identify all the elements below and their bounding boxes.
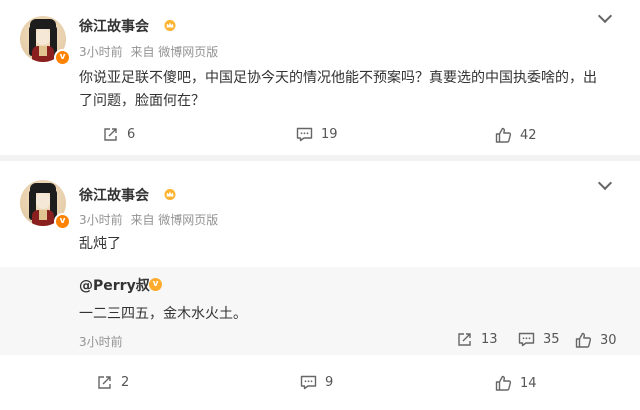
- comment-icon: [300, 375, 317, 390]
- post-meta: 3小时前 来自 微博网页版: [79, 43, 222, 60]
- share-button[interactable]: 2: [97, 375, 129, 390]
- share-icon: [104, 128, 117, 141]
- like-button[interactable]: 14: [495, 375, 537, 391]
- share-icon: [458, 333, 471, 346]
- comment-count: 35: [543, 332, 560, 347]
- like-button[interactable]: 42: [495, 127, 537, 143]
- like-count: 42: [520, 127, 537, 143]
- quoted-username[interactable]: @Perry叔: [79, 275, 150, 295]
- chevron-down-icon[interactable]: [597, 175, 613, 191]
- comment-text: 乱炖了: [79, 236, 121, 252]
- username[interactable]: 徐江故事会: [79, 185, 149, 205]
- share-button[interactable]: 6: [103, 127, 135, 142]
- thumbs-up-icon: [495, 375, 512, 391]
- comment-button[interactable]: 19: [296, 127, 338, 142]
- chevron-down-icon[interactable]: [597, 8, 613, 24]
- username[interactable]: 徐江故事会: [79, 16, 149, 36]
- verified-badge: v: [149, 278, 162, 291]
- comment-icon: [296, 127, 313, 142]
- comment-card: v 徐江故事会 3小时前 来自 微博网页版 你说亚足联不傻吧，中国足协今天的情况…: [0, 0, 640, 155]
- comment-icon: [518, 332, 535, 347]
- crown-icon: [164, 189, 176, 200]
- crown-icon: [164, 20, 176, 31]
- quoted-text: 一二三四五，金木水火土。: [79, 306, 247, 322]
- share-count: 2: [121, 375, 130, 390]
- quoted-comment-button[interactable]: 35: [518, 332, 560, 347]
- post-meta: 3小时前 来自 微博网页版: [79, 211, 222, 228]
- thumbs-up-icon: [575, 332, 592, 348]
- quoted-comment[interactable]: @Perry叔 v 一二三四五，金木水火土。 3小时前 13 35 30: [0, 267, 640, 355]
- quoted-share-button[interactable]: 13: [457, 332, 498, 347]
- like-count: 30: [600, 332, 617, 348]
- comment-count: 19: [321, 127, 338, 142]
- share-icon: [98, 376, 111, 389]
- share-count: 13: [481, 332, 498, 347]
- like-count: 14: [520, 375, 537, 391]
- comment-text: 你说亚足联不傻吧，中国足协今天的情况他能不预案吗？真要选的中国执委啥的，出了问题…: [79, 70, 597, 109]
- comment-count: 9: [325, 375, 334, 390]
- share-count: 6: [127, 127, 136, 142]
- post-source: 来自 微博网页版: [130, 45, 219, 59]
- verified-badge: v: [54, 49, 71, 66]
- comment-card: v 徐江故事会 3小时前 来自 微博网页版 乱炖了 @Perry叔 v 一二三四…: [0, 161, 640, 410]
- post-time[interactable]: 3小时前: [79, 213, 123, 227]
- post-time[interactable]: 3小时前: [79, 45, 123, 59]
- thumbs-up-icon: [495, 127, 512, 143]
- verified-badge: v: [54, 213, 71, 230]
- comment-button[interactable]: 9: [300, 375, 333, 390]
- quoted-time[interactable]: 3小时前: [79, 333, 123, 350]
- quoted-like-button[interactable]: 30: [575, 332, 617, 348]
- post-source: 来自 微博网页版: [130, 213, 219, 227]
